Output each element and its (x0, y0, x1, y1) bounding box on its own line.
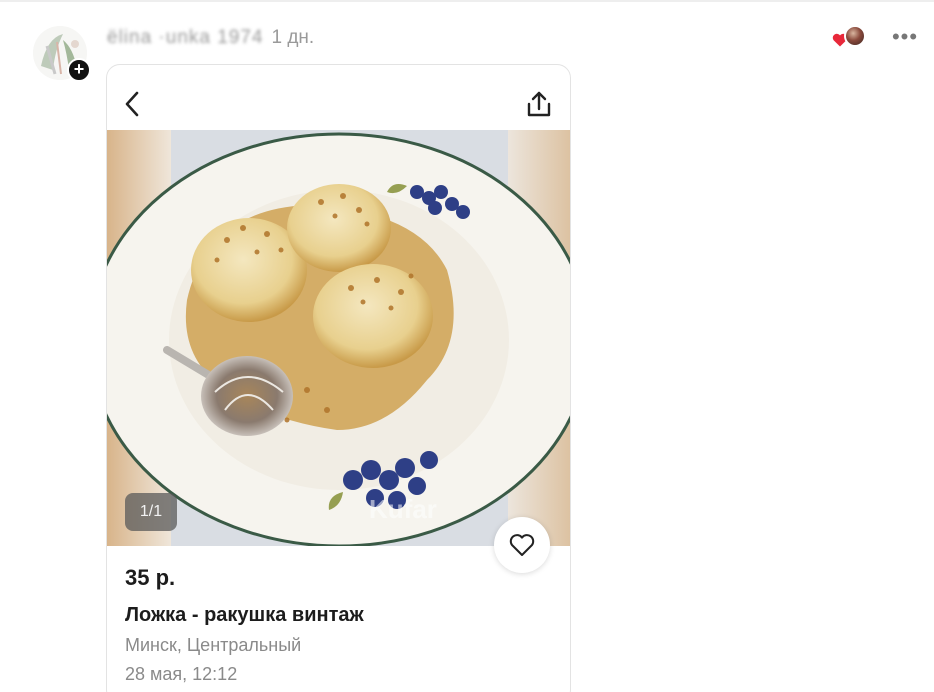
post-time: 1 дн. (271, 27, 315, 48)
author-name[interactable]: ëlina ·unka 1974 (107, 27, 264, 49)
listing-title[interactable]: Ложка - ракушка винтаж (125, 604, 364, 627)
watermark: Kufar (369, 494, 437, 524)
card-toolbar (107, 65, 570, 131)
author-avatar-group[interactable]: + (33, 26, 91, 82)
reactions-summary[interactable] (832, 25, 868, 51)
post-meta: ëlina ·unka 1974 1 дн. (107, 24, 314, 52)
photo-counter: 1/1 (125, 493, 177, 531)
listing-date: 28 мая, 12:12 (125, 664, 238, 684)
listing-photo[interactable]: Kufar (107, 130, 570, 546)
listing-location: Минск, Центральный (125, 635, 302, 655)
listing-card[interactable]: Kufar 1/1 35 р. Ложка - ракушка винтаж М… (106, 64, 571, 692)
listing-price: 35 р. (125, 565, 176, 590)
reactor-avatar (844, 25, 866, 47)
follow-plus-icon[interactable]: + (67, 58, 91, 82)
top-divider (0, 0, 934, 2)
share-upload-icon[interactable] (525, 90, 553, 120)
favorite-button[interactable] (494, 517, 550, 573)
chevron-left-icon[interactable] (121, 89, 145, 119)
more-options-button[interactable]: ••• (890, 24, 920, 50)
heart-outline-icon (509, 534, 535, 556)
